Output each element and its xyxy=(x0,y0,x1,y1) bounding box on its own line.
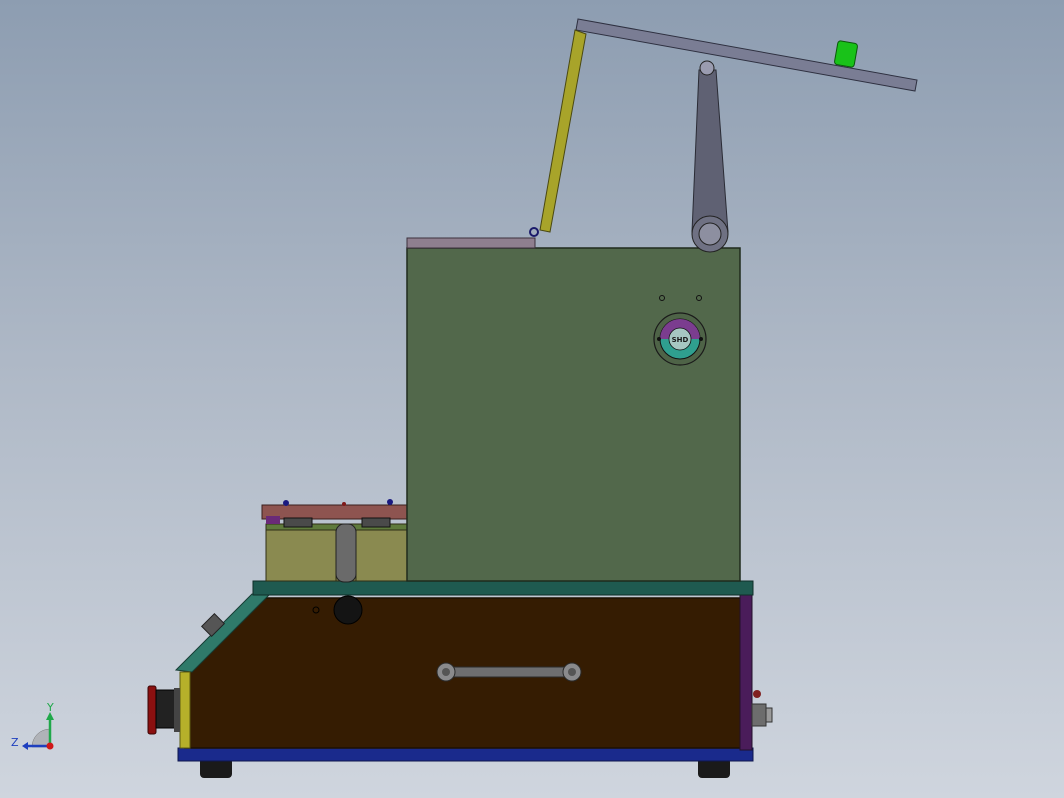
cad-viewport[interactable]: SHD Y Z xyxy=(0,0,1064,798)
emergency-button xyxy=(147,685,157,735)
coordinate-triad: Y Z xyxy=(11,701,54,750)
rear-panel xyxy=(739,593,753,751)
rear-connector-cap xyxy=(765,707,773,723)
clamp-assembly xyxy=(261,499,409,583)
lever-knob[interactable] xyxy=(834,40,858,68)
lever-arm[interactable] xyxy=(575,18,918,92)
base-round-knob xyxy=(333,595,363,625)
pivot-column xyxy=(691,69,729,233)
rear-connector xyxy=(751,703,767,727)
lever-link xyxy=(539,29,587,233)
triad-y-label: Y xyxy=(46,701,54,714)
cabinet-lid xyxy=(406,237,536,249)
machine-side-view: SHD Y Z xyxy=(11,18,918,778)
front-panel xyxy=(179,671,191,749)
rear-indicator xyxy=(753,690,761,698)
triad-z-label: Z xyxy=(11,736,19,749)
pressure-gauge: SHD xyxy=(653,312,707,366)
gauge-label: SHD xyxy=(672,336,689,344)
lid-hinge xyxy=(529,227,539,237)
base-top-plate xyxy=(252,580,754,596)
pivot-column-base-hub xyxy=(698,222,722,246)
lever-pivot xyxy=(699,60,715,76)
upper-cabinet xyxy=(406,247,741,582)
emergency-button-ring xyxy=(174,688,180,732)
base-bottom-strip xyxy=(177,747,754,762)
triad-origin xyxy=(46,742,54,750)
